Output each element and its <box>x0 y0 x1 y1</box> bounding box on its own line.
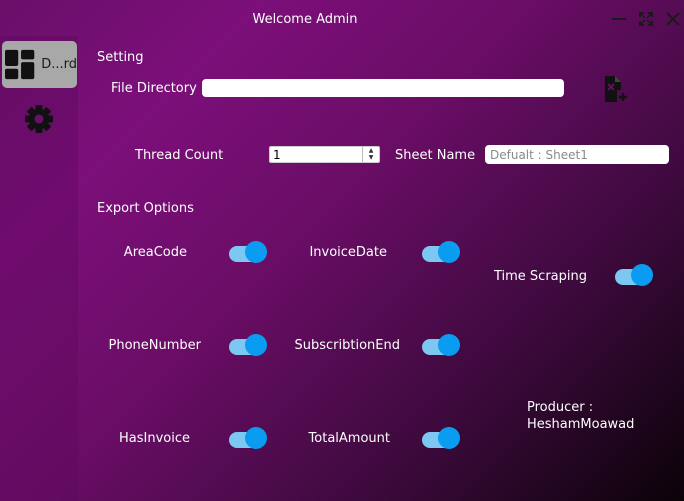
maximize-icon <box>639 12 653 26</box>
toggle-knob <box>245 241 267 263</box>
export-options-title: Export Options <box>97 201 194 216</box>
sidebar-item-label: D...rd <box>41 57 77 72</box>
producer-label: Producer : <box>527 400 594 415</box>
toggle-knob <box>631 264 653 286</box>
sidebar-item-dashboard[interactable]: D...rd <box>2 41 77 88</box>
window-title: Welcome Admin <box>252 12 358 27</box>
thread-count-label: Thread Count <box>135 148 224 163</box>
option-label: Time Scraping <box>493 269 587 284</box>
thread-count-value: 1 <box>273 147 281 162</box>
close-button[interactable] <box>664 10 682 28</box>
subscribtionend-toggle[interactable] <box>422 334 460 356</box>
file-directory-label: File Directory <box>111 81 197 96</box>
option-label: SubscribtionEnd <box>294 338 400 353</box>
sidebar-item-settings[interactable] <box>24 104 54 134</box>
sheet-name-label: Sheet Name <box>395 148 476 163</box>
totalamount-toggle[interactable] <box>422 427 460 449</box>
toggle-knob <box>438 334 460 356</box>
toggle-knob <box>438 427 460 449</box>
option-label: HasInvoice <box>119 431 190 446</box>
close-icon <box>666 12 680 26</box>
thread-count-spinbox[interactable]: 1 ▲ ▼ <box>269 146 380 163</box>
sheet-name-input[interactable] <box>485 145 669 164</box>
gear-icon <box>25 105 53 133</box>
timescraping-toggle[interactable] <box>615 264 653 286</box>
phonenumber-toggle[interactable] <box>229 334 267 356</box>
invoicedate-toggle[interactable] <box>422 241 460 263</box>
maximize-button[interactable] <box>637 10 655 28</box>
add-file-icon <box>605 76 627 102</box>
toggle-knob <box>245 334 267 356</box>
dashboard-icon <box>5 49 35 79</box>
option-label: InvoiceDate <box>309 245 387 260</box>
file-directory-input[interactable] <box>202 79 564 97</box>
option-label: TotalAmount <box>308 431 390 446</box>
areacode-toggle[interactable] <box>229 241 267 263</box>
toggle-knob <box>438 241 460 263</box>
minimize-button[interactable] <box>610 10 628 28</box>
toggle-knob <box>245 427 267 449</box>
option-label: AreaCode <box>123 245 187 260</box>
setting-section-title: Setting <box>97 50 144 65</box>
producer-name: HeshamMoawad <box>527 417 635 432</box>
spin-down-icon[interactable]: ▼ <box>363 155 379 163</box>
add-file-button[interactable] <box>604 75 628 103</box>
hasinvoice-toggle[interactable] <box>229 427 267 449</box>
option-label: PhoneNumber <box>108 338 202 353</box>
minimize-icon <box>612 18 626 20</box>
